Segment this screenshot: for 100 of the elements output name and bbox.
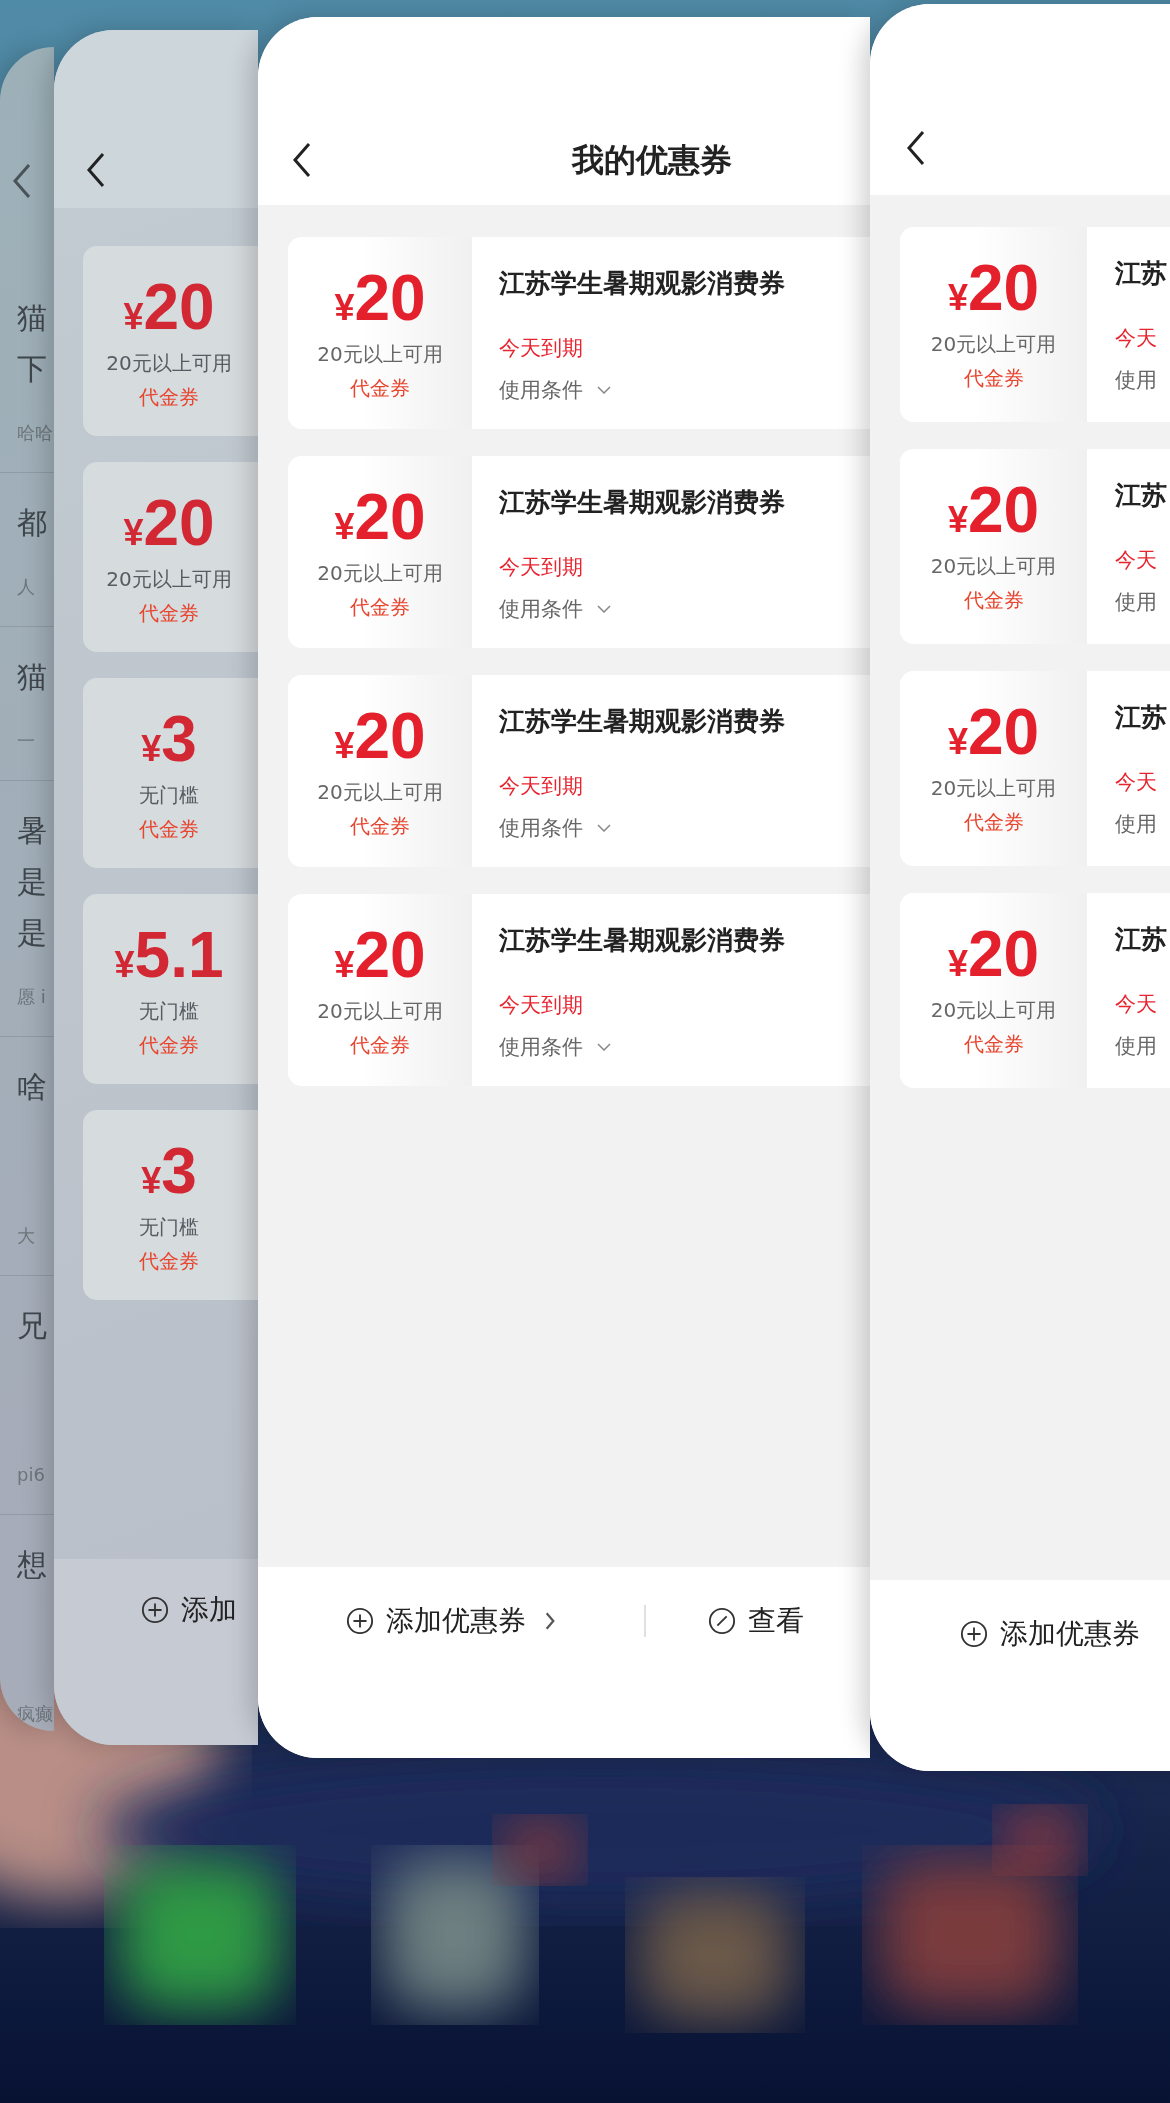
post-title: 都 [17, 504, 48, 542]
coupon-type: 代金券 [139, 816, 199, 843]
add-circle-icon[interactable] [960, 1620, 988, 1648]
coupon-name: 江苏 [1115, 923, 1168, 956]
currency-sign: ¥ [947, 943, 968, 986]
coupon-card[interactable]: ¥20 20元以上可用 代金券 江苏 今天 使用 [900, 449, 1170, 644]
post-meta: pi6 [17, 1463, 46, 1487]
currency-sign: ¥ [947, 721, 968, 764]
coupon-card[interactable]: ¥20 20元以上可用 代金券 [83, 462, 258, 652]
post-meta: 哈哈 [17, 421, 54, 445]
back-icon[interactable] [292, 142, 312, 178]
coupon-amount: 20 [354, 261, 426, 336]
currency-sign: ¥ [947, 277, 968, 320]
back-icon[interactable] [86, 152, 106, 188]
expiry-text: 今天到期 [499, 992, 584, 1019]
post-meta: 大 [17, 1224, 36, 1248]
conditions-toggle[interactable]: 使用条件 [499, 594, 583, 624]
app-card[interactable]: 我的优惠券 ¥20 20元以上可用 代金券 江苏学生暑期观影消费券 今天到期 使用条件 ¥20 20元以上可用 代金券 江苏学生暑期观影消费券 今天到期 使用条件 ¥20 20元以上可用 代金券 江苏学生暑期观影消费券 今天到期 使用条件 ¥20 20元以上可用 代金券 江苏学生暑期观影消费券 今天到期 使用条件 添加优惠券 查看 [258, 17, 870, 1758]
footer-link[interactable]: 添加 [181, 1591, 237, 1629]
conditions-toggle[interactable]: 使用条件 [499, 1032, 583, 1062]
chevron-right-icon[interactable] [544, 1611, 556, 1631]
coupon-amount: 20 [354, 480, 426, 555]
footer-link[interactable]: 添加优惠券 [1000, 1615, 1140, 1653]
coupon-type: 代金券 [963, 587, 1024, 614]
coupon-card[interactable]: ¥3 无门槛 代金券 [83, 678, 258, 868]
coupon-amount: 20 [967, 473, 1040, 548]
currency-sign: ¥ [123, 296, 144, 339]
coupon-amount: 3 [161, 1134, 197, 1209]
currency-sign: ¥ [123, 512, 144, 555]
back-icon[interactable] [906, 130, 926, 166]
coupon-card[interactable]: ¥20 20元以上可用 代金券 江苏学生暑期观影消费券 今天到期 使用条件 [288, 894, 870, 1086]
coupon-rule: 20元以上可用 [317, 560, 443, 587]
app-card[interactable]: ¥20 20元以上可用 代金券 江苏 今天 使用 ¥20 20元以上可用 代金券 江苏 今天 使用 ¥20 20元以上可用 代金券 江苏 今天 使用 ¥20 20元以上可用 代金券 江苏 今天 使用 添加优惠券 [870, 4, 1170, 1771]
conditions-toggle[interactable]: 使用 [1115, 587, 1157, 617]
coupon-type: 代金券 [350, 813, 410, 840]
chevron-down-icon[interactable] [597, 386, 611, 394]
currency-sign: ¥ [334, 944, 355, 987]
post-meta: 愿 i [17, 985, 47, 1009]
coupon-amount: 20 [354, 699, 426, 774]
post-meta: 人 [17, 575, 36, 599]
coupon-card[interactable]: ¥20 20元以上可用 代金券 江苏 今天 使用 [900, 227, 1170, 422]
coupon-card[interactable]: ¥3 无门槛 代金券 [83, 1110, 258, 1300]
conditions-toggle[interactable]: 使用条件 [499, 375, 583, 405]
currency-sign: ¥ [141, 1160, 162, 1203]
post-title: 啥 [17, 1068, 48, 1106]
coupon-card[interactable]: ¥20 20元以上可用 代金券 [83, 246, 258, 436]
coupon-name: 江苏学生暑期观影消费券 [499, 267, 786, 300]
currency-sign: ¥ [334, 506, 355, 549]
expiry-text: 今天到期 [499, 554, 584, 581]
coupon-rule: 20元以上可用 [930, 331, 1057, 358]
post-title: 兄 [17, 1307, 48, 1345]
conditions-toggle[interactable]: 使用 [1115, 365, 1157, 395]
coupon-card[interactable]: ¥20 20元以上可用 代金券 江苏学生暑期观影消费券 今天到期 使用条件 [288, 237, 870, 429]
conditions-toggle[interactable]: 使用条件 [499, 813, 583, 843]
coupon-rule: 20元以上可用 [106, 566, 232, 593]
post-title: 是 [17, 863, 48, 901]
chevron-down-icon[interactable] [597, 605, 611, 613]
footer-link[interactable]: 添加优惠券 [386, 1602, 526, 1640]
post-meta: 疯癫 [17, 1702, 54, 1726]
coupon-card[interactable]: ¥20 20元以上可用 代金券 江苏 今天 使用 [900, 671, 1170, 866]
coupon-rule: 20元以上可用 [317, 341, 443, 368]
post-title: 暑 [17, 812, 48, 850]
coupon-type: 代金券 [963, 809, 1024, 836]
coupon-type: 代金券 [139, 1248, 199, 1275]
coupon-rule: 20元以上可用 [930, 997, 1057, 1024]
coupon-rule: 20元以上可用 [930, 553, 1057, 580]
conditions-toggle[interactable]: 使用 [1115, 1031, 1157, 1061]
currency-sign: ¥ [141, 728, 162, 771]
coupon-rule: 20元以上可用 [317, 779, 443, 806]
expiry-text: 今天到期 [499, 335, 584, 362]
coupon-type: 代金券 [350, 375, 410, 402]
coupon-name: 江苏学生暑期观影消费券 [499, 924, 786, 957]
coupon-card[interactable]: ¥20 20元以上可用 代金券 江苏 今天 使用 [900, 893, 1170, 1088]
coupon-rule: 无门槛 [139, 1214, 199, 1241]
slash-circle-icon[interactable] [708, 1607, 736, 1635]
coupon-card[interactable]: ¥20 20元以上可用 代金券 江苏学生暑期观影消费券 今天到期 使用条件 [288, 675, 870, 867]
chevron-down-icon[interactable] [597, 1043, 611, 1051]
coupon-card[interactable]: ¥20 20元以上可用 代金券 江苏学生暑期观影消费券 今天到期 使用条件 [288, 456, 870, 648]
currency-sign: ¥ [114, 943, 135, 987]
coupon-rule: 20元以上可用 [317, 998, 443, 1025]
coupon-card[interactable]: ¥5.1 无门槛 代金券 [83, 894, 258, 1084]
expiry-text: 今天 [1115, 991, 1158, 1018]
coupon-amount: 20 [354, 918, 426, 993]
coupon-type: 代金券 [350, 594, 410, 621]
add-circle-icon[interactable] [346, 1607, 374, 1635]
conditions-toggle[interactable]: 使用 [1115, 809, 1157, 839]
expiry-text: 今天到期 [499, 773, 584, 800]
app-card[interactable]: ¥20 20元以上可用 代金券 ¥20 20元以上可用 代金券 ¥3 无门槛 代金券 ¥5.1 无门槛 代金券 ¥3 无门槛 代金券 添加 [54, 30, 258, 1745]
add-circle-icon[interactable] [141, 1596, 169, 1624]
footer-link[interactable]: 查看 [748, 1602, 804, 1640]
currency-sign: ¥ [334, 287, 355, 330]
coupon-type: 代金券 [139, 600, 199, 627]
expiry-text: 今天 [1115, 769, 1158, 796]
coupon-amount: 20 [143, 486, 215, 561]
coupon-rule: 无门槛 [139, 782, 199, 809]
coupon-amount: 20 [967, 917, 1040, 992]
coupon-name: 江苏 [1115, 479, 1168, 512]
expiry-text: 今天 [1115, 325, 1158, 352]
chevron-down-icon[interactable] [597, 824, 611, 832]
coupon-amount: 20 [967, 695, 1040, 770]
